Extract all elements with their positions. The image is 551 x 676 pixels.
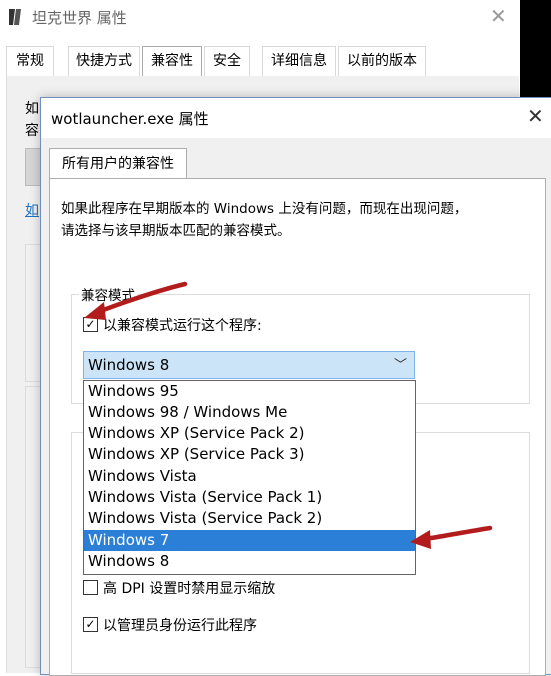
annotation-arrow-windows7 [410, 525, 493, 549]
annotation-arrows [84, 281, 493, 549]
annotation-arrow-checkbox [84, 281, 188, 320]
